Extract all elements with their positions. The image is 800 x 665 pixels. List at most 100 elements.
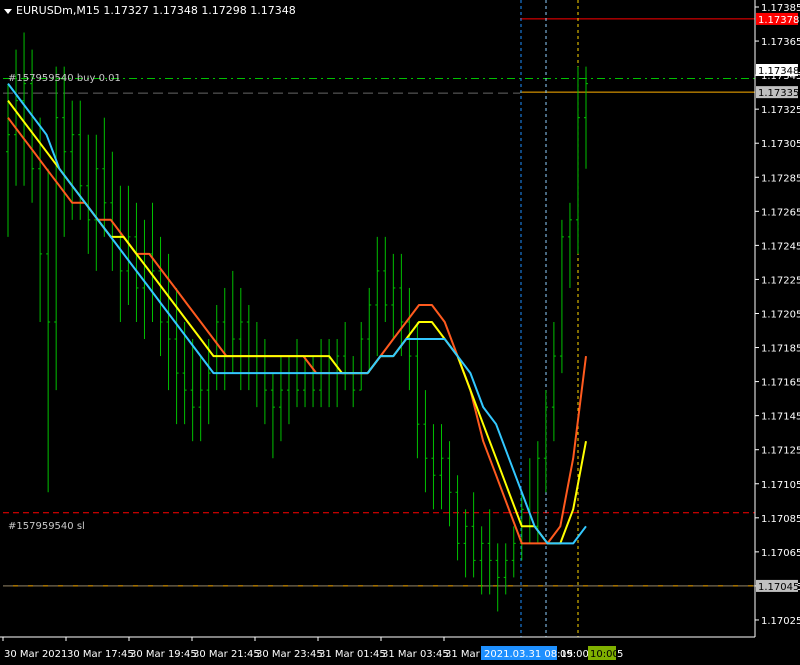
ohlc-bar[interactable] xyxy=(14,49,19,186)
ohlc-bar[interactable] xyxy=(270,373,275,459)
title-group: EURUSDm,M15 1.17327 1.17348 1.17298 1.17… xyxy=(4,4,296,17)
ohlc-bar[interactable] xyxy=(527,458,532,544)
buy-order-label[interactable]: #157959540 buy 0.01 xyxy=(8,73,121,84)
ohlc-bar[interactable] xyxy=(487,509,492,595)
ohlc-bar[interactable] xyxy=(399,253,404,357)
ohlc-bar[interactable] xyxy=(150,202,155,322)
ohlc-bar[interactable] xyxy=(158,236,163,357)
ohlc-bar[interactable] xyxy=(303,356,308,408)
price-tick-label: 1.17085 xyxy=(761,514,800,525)
time-tick-label: 30 Mar 23:45 xyxy=(256,649,323,660)
time-marker-label: 10:00 xyxy=(590,649,619,660)
ohlc-bar[interactable] xyxy=(455,475,460,561)
price-tick-label: 1.17185 xyxy=(761,344,800,355)
ohlc-bar[interactable] xyxy=(415,322,420,459)
ohlc-bar[interactable] xyxy=(391,253,396,340)
ohlc-bar[interactable] xyxy=(351,356,356,408)
ohlc-bar[interactable] xyxy=(134,202,139,322)
ohlc-bar[interactable] xyxy=(503,543,508,595)
price-tag-label: 1.17335 xyxy=(758,88,799,99)
ohlc-bar[interactable] xyxy=(94,134,99,271)
symbol-dropdown-icon[interactable] xyxy=(4,9,12,14)
price-tick-label: 1.17285 xyxy=(761,173,800,184)
time-tick-label: 30 Mar 17:45 xyxy=(67,649,134,660)
price-tick-label: 1.17385 xyxy=(761,3,800,14)
ohlc-bar[interactable] xyxy=(375,236,380,357)
price-tick-label: 1.17365 xyxy=(761,37,800,48)
ohlc-bar[interactable] xyxy=(166,253,171,391)
ohlc-bar[interactable] xyxy=(46,168,51,493)
ohlc-bar[interactable] xyxy=(543,390,548,493)
ohlc-bar[interactable] xyxy=(551,322,556,442)
ohlc-bar[interactable] xyxy=(423,390,428,493)
symbol-title: EURUSDm,M15 1.17327 1.17348 1.17298 1.17… xyxy=(16,4,296,17)
price-tick-label: 1.17245 xyxy=(761,241,800,252)
time-tick-label: 30 Mar 21:45 xyxy=(193,649,260,660)
time-tick-label: 31 Mar 03:45 xyxy=(382,649,449,660)
ohlc-bar[interactable] xyxy=(463,509,468,578)
series-ma_slow xyxy=(7,82,587,545)
time-tick-label: 30 Mar 2021 xyxy=(4,649,67,660)
time-hover-tail: 09:00 xyxy=(560,649,589,660)
ohlc-bar[interactable] xyxy=(222,287,227,391)
ohlc-bar[interactable] xyxy=(38,117,43,322)
ohlc-bar[interactable] xyxy=(575,66,580,254)
ohlc-bar[interactable] xyxy=(479,526,484,595)
ohlc-bar[interactable] xyxy=(383,236,388,322)
ohlc-bar[interactable] xyxy=(367,287,372,374)
ohlc-bar[interactable] xyxy=(214,304,219,391)
price-tick-label: 1.17145 xyxy=(761,412,800,423)
ohlc-bar[interactable] xyxy=(447,441,452,527)
ohlc-bar[interactable] xyxy=(495,543,500,612)
price-tick-label: 1.17165 xyxy=(761,378,800,389)
price-tick-label: 1.17065 xyxy=(761,548,800,559)
series-ma_mid xyxy=(7,100,587,545)
time-tick-label: 31 Mar 01:45 xyxy=(319,649,386,660)
ohlc-bar[interactable] xyxy=(584,66,588,169)
price-tag-label: 1.17045 xyxy=(758,582,799,593)
ohlc-bar[interactable] xyxy=(54,66,59,391)
ohlc-bar[interactable] xyxy=(286,356,291,425)
ohlc-bar[interactable] xyxy=(86,134,91,254)
ohlc-bar[interactable] xyxy=(118,185,123,322)
ohlc-bar[interactable] xyxy=(22,32,27,186)
ohlc-bar[interactable] xyxy=(254,322,259,408)
price-tag-label: 1.17348 xyxy=(758,66,799,77)
ohlc-bar[interactable] xyxy=(230,270,235,374)
ohlc-bar[interactable] xyxy=(246,304,251,391)
series-ma_fast xyxy=(7,117,587,545)
ohlc-bar[interactable] xyxy=(439,424,444,510)
time-tick-label: 30 Mar 19:45 xyxy=(130,649,197,660)
price-tick-label: 1.17325 xyxy=(761,105,800,116)
price-tick-label: 1.17305 xyxy=(761,139,800,150)
ohlc-bar[interactable] xyxy=(567,202,572,288)
ohlc-bar[interactable] xyxy=(311,356,316,408)
ohlc-bar[interactable] xyxy=(343,322,348,391)
ohlc-bar[interactable] xyxy=(431,424,436,510)
time-marker-tail: 5 xyxy=(617,649,623,660)
time-hover-group: 2021.03.31 08:15 09:00 10:00 5 xyxy=(481,646,623,660)
ohlc-bar[interactable] xyxy=(238,287,243,391)
price-tick-label: 1.17025 xyxy=(761,616,800,627)
price-tick-label: 1.17225 xyxy=(761,275,800,286)
chart-window[interactable]: EURUSDm,M15 1.17327 1.17348 1.17298 1.17… xyxy=(0,0,800,665)
price-tag-label: 1.17378 xyxy=(758,15,799,26)
ohlc-bar[interactable] xyxy=(559,219,564,374)
ohlc-bar[interactable] xyxy=(110,151,115,271)
chart-canvas[interactable]: EURUSDm,M15 1.17327 1.17348 1.17298 1.17… xyxy=(0,0,800,665)
ohlc-bar[interactable] xyxy=(262,339,267,425)
ohlc-bar[interactable] xyxy=(6,83,10,237)
sl-order-label[interactable]: #157959540 sl xyxy=(8,521,85,532)
ohlc-bar[interactable] xyxy=(190,339,195,442)
ohlc-bar[interactable] xyxy=(278,356,283,442)
ohlc-bar[interactable] xyxy=(359,322,364,391)
price-tags: 1.17378 1.17348 1.17335 1.17045 xyxy=(756,12,799,593)
price-tick-label: 1.17205 xyxy=(761,309,800,320)
price-tick-label: 1.17125 xyxy=(761,446,800,457)
ohlc-bar[interactable] xyxy=(471,492,476,578)
ohlc-bar[interactable] xyxy=(511,526,516,578)
time-axis[interactable]: 30 Mar 2021 30 Mar 17:4530 Mar 19:4530 Ma… xyxy=(2,637,496,660)
ohlc-bar[interactable] xyxy=(62,66,67,237)
plot-area[interactable] xyxy=(3,0,755,637)
ohlc-bar[interactable] xyxy=(198,356,203,442)
